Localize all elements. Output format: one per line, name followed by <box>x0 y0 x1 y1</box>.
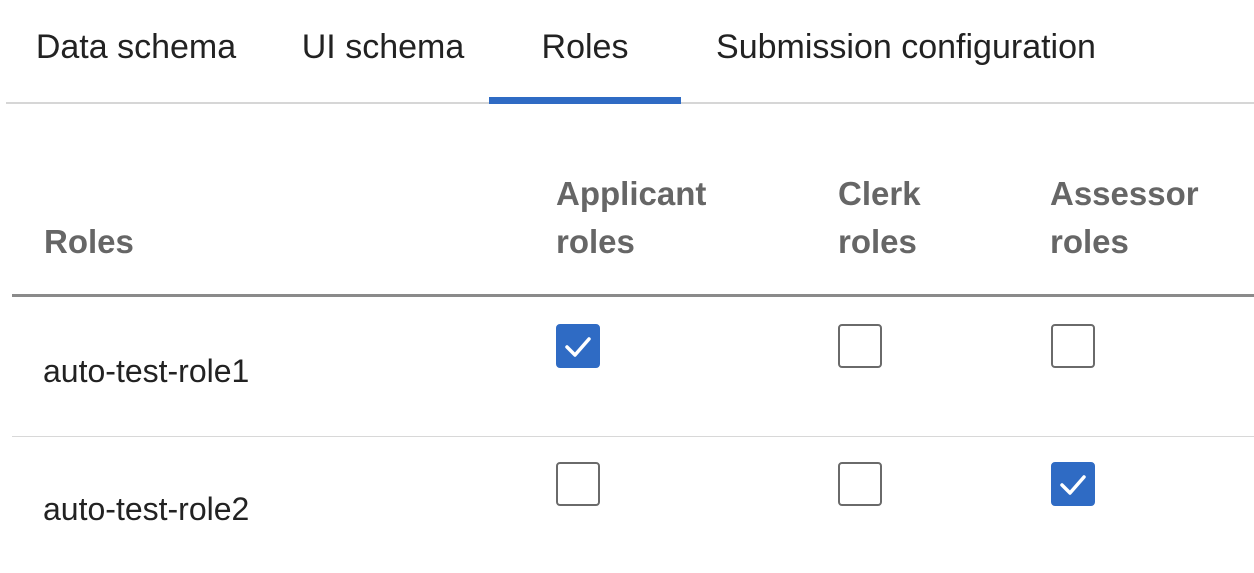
tab-ui-schema[interactable]: UI schema <box>276 0 490 102</box>
tab-roles[interactable]: Roles <box>489 0 681 104</box>
column-header-roles: Roles <box>44 223 134 260</box>
applicant-role-checkbox[interactable] <box>556 462 600 506</box>
checkmark-icon <box>1060 475 1086 495</box>
column-header-clerk-roles: Clerk roles <box>838 175 921 260</box>
role-name: auto-test-role2 <box>43 491 250 527</box>
table-header: Roles Applicant roles Clerk roles Assess… <box>12 104 1254 297</box>
checkmark-icon <box>565 337 591 357</box>
assessor-role-checkbox[interactable] <box>1051 324 1095 368</box>
tab-bar: Data schema UI schema Roles Submission c… <box>6 0 1254 104</box>
tab-submission-configuration[interactable]: Submission configuration <box>696 0 1116 102</box>
clerk-role-checkbox[interactable] <box>838 462 882 506</box>
clerk-role-checkbox[interactable] <box>838 324 882 368</box>
tab-data-schema[interactable]: Data schema <box>20 0 252 102</box>
table-row: auto-test-role1 <box>12 297 1254 437</box>
column-header-applicant-roles: Applicant roles <box>556 175 707 260</box>
assessor-role-checkbox[interactable] <box>1051 462 1095 506</box>
column-header-assessor-roles: Assessor roles <box>1050 175 1199 260</box>
role-name: auto-test-role1 <box>43 353 250 389</box>
table-row: auto-test-role2 <box>12 437 1254 573</box>
applicant-role-checkbox[interactable] <box>556 324 600 368</box>
